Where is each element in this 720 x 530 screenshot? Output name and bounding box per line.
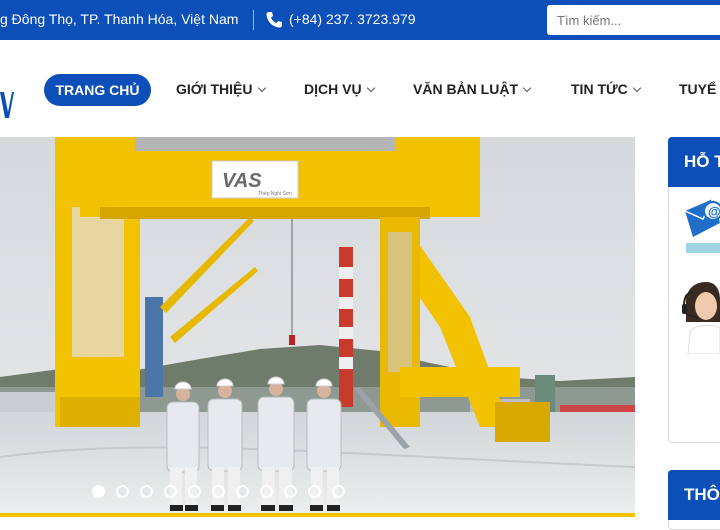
slider-dot[interactable] <box>164 485 177 498</box>
slider-dot[interactable] <box>284 485 297 498</box>
top-bar: g Đông Thọ, TP. Thanh Hóa, Việt Nam (+84… <box>0 0 720 40</box>
chevron-down-icon <box>522 83 532 93</box>
info-widget-title: THÔ <box>668 470 720 520</box>
nav-item-recruitment[interactable]: TUYỂ <box>679 81 716 97</box>
slider-dot[interactable] <box>308 485 321 498</box>
nav-item-label: VĂN BẢN LUẬT <box>413 81 518 97</box>
nav-item-news[interactable]: TIN TỨC <box>571 81 641 97</box>
slider-dot[interactable] <box>260 485 273 498</box>
address-text: g Đông Thọ, TP. Thanh Hóa, Việt Nam <box>0 11 239 27</box>
slider-dot[interactable] <box>188 485 201 498</box>
nav-item-home[interactable]: TRANG CHỦ <box>44 74 151 106</box>
nav-item-about[interactable]: GIỚI THIỆU <box>176 81 266 97</box>
phone-icon <box>266 12 282 28</box>
divider <box>253 10 254 30</box>
support-widget-title: HỖ T <box>668 137 720 187</box>
svg-text:@: @ <box>708 204 720 219</box>
nav-item-label: TIN TỨC <box>571 81 628 97</box>
slider-dot[interactable] <box>236 485 249 498</box>
search-input[interactable] <box>547 5 720 35</box>
sign-subtext: Thép Nghi Sơn <box>258 191 292 197</box>
logo[interactable] <box>0 78 14 118</box>
slider-dot[interactable] <box>92 485 105 498</box>
sign-text: VAS <box>222 170 262 192</box>
nav-item-label: GIỚI THIỆU <box>176 81 253 97</box>
hero-accent-bar <box>0 513 635 517</box>
hero-slider[interactable]: VAS Thép Nghi Sơn <box>0 137 635 517</box>
support-agent-photo <box>682 282 720 354</box>
nav-item-services[interactable]: DỊCH VỤ <box>304 81 375 97</box>
hero-image: VAS Thép Nghi Sơn <box>0 137 635 517</box>
chevron-down-icon <box>257 83 266 93</box>
nav-item-label: TUYỂ <box>679 81 717 97</box>
slider-dot[interactable] <box>212 485 225 498</box>
chevron-down-icon <box>366 83 375 93</box>
slider-dot[interactable] <box>140 485 153 498</box>
slider-dot[interactable] <box>332 485 345 498</box>
chevron-down-icon <box>632 83 641 93</box>
nav-item-label: DỊCH VỤ <box>304 81 362 97</box>
slider-dot[interactable] <box>116 485 129 498</box>
nav-item-legal-docs[interactable]: VĂN BẢN LUẬT <box>413 81 532 97</box>
phone-number[interactable]: (+84) 237. 3723.979 <box>289 11 416 27</box>
email-icon[interactable]: @ <box>683 193 720 253</box>
